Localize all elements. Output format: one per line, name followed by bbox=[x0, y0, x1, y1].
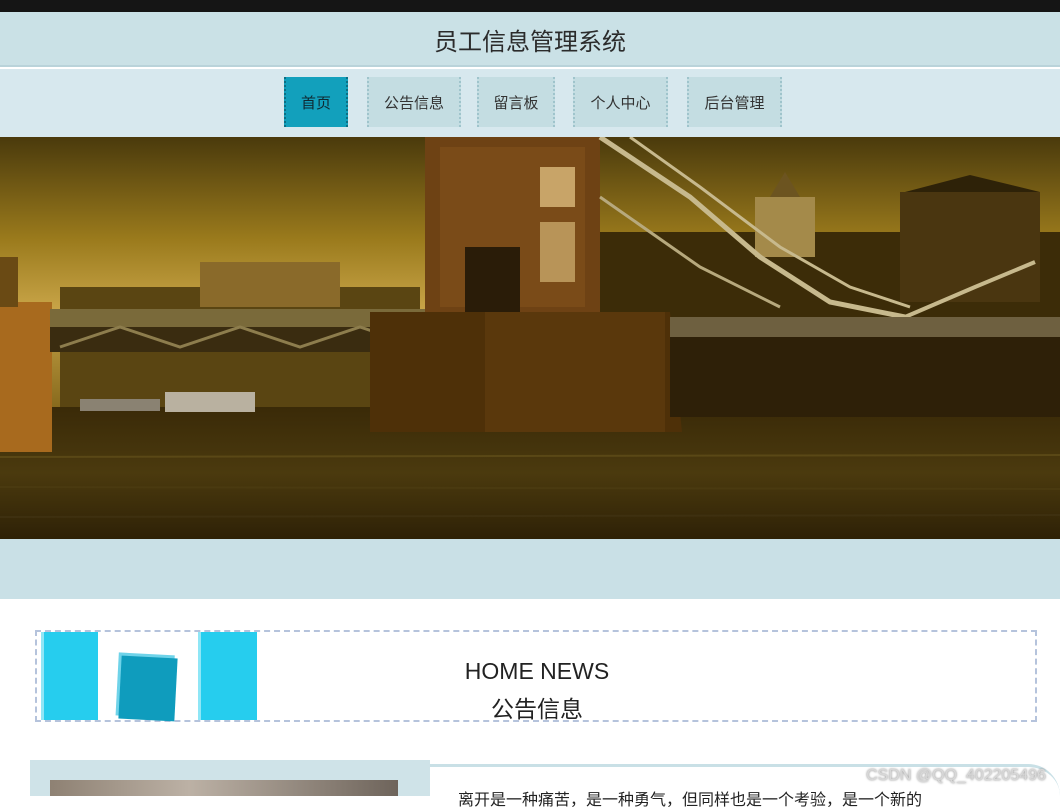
nav-admin-label: 后台管理 bbox=[704, 93, 765, 112]
tower-bridge-illustration bbox=[0, 137, 1060, 539]
nav-announcements-label: 公告信息 bbox=[383, 93, 444, 112]
nav-message-board-label: 留言板 bbox=[493, 93, 539, 112]
nav-admin[interactable]: 后台管理 bbox=[687, 77, 782, 127]
news-heading-en: HOME NEWS bbox=[464, 658, 610, 684]
news-thumbnail-panel bbox=[30, 760, 430, 796]
banner-footer-band bbox=[0, 539, 1060, 599]
nav-home-label: 首页 bbox=[300, 93, 331, 112]
main-nav: 首页 公告信息 留言板 个人中心 后台管理 bbox=[0, 69, 1060, 137]
nav-personal-center-label: 个人中心 bbox=[590, 93, 651, 112]
nav-home[interactable]: 首页 bbox=[284, 77, 348, 127]
news-thumbnail[interactable] bbox=[50, 780, 398, 796]
news-section-header: HOME NEWS 公告信息 bbox=[35, 630, 1037, 723]
nav-personal-center[interactable]: 个人中心 bbox=[573, 77, 668, 127]
nav-announcements[interactable]: 公告信息 bbox=[367, 77, 461, 127]
banner-image bbox=[0, 137, 1060, 539]
site-title: 员工信息管理系统 bbox=[434, 28, 626, 56]
news-heading-cn: 公告信息 bbox=[491, 697, 583, 723]
news-excerpt[interactable]: 离开是一种痛苦，是一种勇气，但同样也是一个考验，是一个新的 bbox=[458, 786, 922, 810]
nav-message-board[interactable]: 留言板 bbox=[477, 77, 555, 127]
top-strip bbox=[0, 0, 1060, 12]
site-header: 员工信息管理系统 bbox=[0, 12, 1060, 67]
watermark: CSDN @QQ_402205496 bbox=[866, 767, 1046, 784]
